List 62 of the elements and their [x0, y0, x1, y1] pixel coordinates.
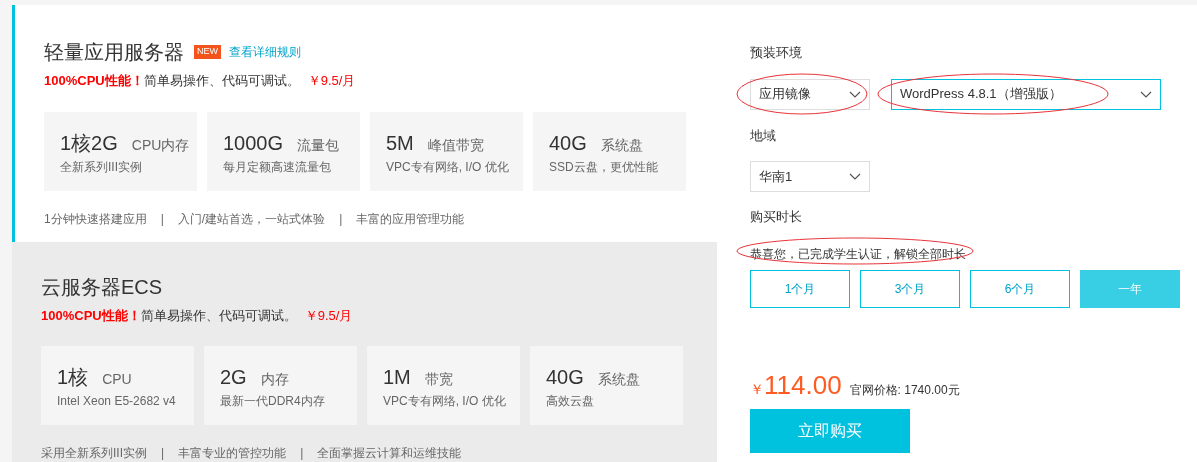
section-label: 预装环境	[750, 44, 803, 62]
buy-button[interactable]: 立即购买	[750, 408, 910, 453]
spec-label: CPU内存	[131, 135, 190, 155]
chevron-down-icon	[849, 173, 861, 180]
dropdown[interactable]: 华南1	[750, 161, 870, 192]
separator: |	[300, 445, 304, 462]
spec-value: 1核	[57, 365, 89, 390]
dropdown[interactable]: WordPress 4.8.1（增强版）	[891, 78, 1161, 110]
spec-label: 系统盘	[600, 135, 643, 155]
dropdown[interactable]: 应用镜像	[750, 78, 870, 110]
spec-note: Intel Xeon E5-2682 v4	[57, 393, 177, 410]
spec-label: CPU	[102, 370, 132, 389]
promo-text: 简单易操作、代码可调试。	[140, 306, 297, 325]
duration-option[interactable]: 1个月	[750, 269, 850, 308]
spec-value: 2G	[220, 365, 247, 390]
spec-value: 1000G	[223, 130, 284, 156]
separator: |	[160, 210, 164, 228]
separator: |	[339, 210, 343, 228]
spec-value: 1M	[383, 365, 411, 390]
list-price: 官网价格: 1740.00元	[849, 381, 960, 399]
duration-option[interactable]: 6个月	[970, 269, 1070, 308]
spec-label: 带宽	[424, 370, 453, 389]
spec-note: VPC专有网络, I/O 优化	[383, 393, 507, 410]
spec-label: 峰值带宽	[427, 135, 484, 155]
product-title: 轻量应用服务器	[44, 40, 184, 65]
feature-text: 采用全新系列III实例	[41, 445, 147, 462]
price-amount: 114.00	[764, 368, 842, 402]
duration-option[interactable]: 一年	[1080, 269, 1180, 308]
spec-value: 40G	[549, 130, 587, 156]
chevron-down-icon	[849, 90, 861, 98]
promo-price: ￥9.5/月	[304, 306, 353, 325]
section-label: 地域	[750, 126, 777, 145]
promo-highlight: 100%CPU性能！	[44, 72, 144, 90]
promo-text: 简单易操作、代码可调试。	[143, 72, 300, 90]
spec-note: 高效云盘	[546, 393, 595, 410]
spec-label: 系统盘	[597, 370, 640, 389]
duration-option[interactable]: 3个月	[860, 269, 960, 308]
feature-text: 1分钟快速搭建应用	[44, 210, 147, 228]
spec-value: 40G	[546, 365, 584, 390]
spec-note: 每月定额高速流量包	[223, 158, 332, 176]
rules-link[interactable]: 查看详细规则	[229, 43, 301, 61]
product-title: 云服务器ECS	[41, 274, 163, 300]
currency-symbol: ￥	[750, 379, 764, 399]
spec-note: VPC专有网络, I/O 优化	[386, 158, 510, 176]
spec-note: 最新一代DDR4内存	[220, 393, 326, 410]
spec-label: 流量包	[297, 135, 340, 155]
new-badge: NEW	[194, 45, 221, 59]
spec-value: 1核2G	[60, 130, 118, 156]
spec-value: 5M	[386, 130, 414, 156]
separator: |	[161, 445, 165, 462]
spec-note: 全新系列III实例	[60, 158, 143, 176]
promo-price: ￥9.5/月	[307, 72, 356, 90]
spec-note: SSD云盘，更优性能	[549, 158, 659, 176]
promo-highlight: 100%CPU性能！	[41, 306, 141, 325]
notice-text: 恭喜您，已完成学生认证，解锁全部时长	[750, 245, 966, 263]
feature-text: 丰富专业的管控功能	[178, 445, 287, 462]
feature-text: 全面掌握云计算和运维技能	[317, 445, 462, 462]
chevron-down-icon	[1140, 90, 1152, 98]
section-label: 购买时长	[750, 208, 803, 226]
feature-text: 丰富的应用管理功能	[356, 210, 465, 228]
feature-text: 入门/建站首选，一站式体验	[177, 210, 326, 228]
spec-label: 内存	[260, 370, 289, 389]
